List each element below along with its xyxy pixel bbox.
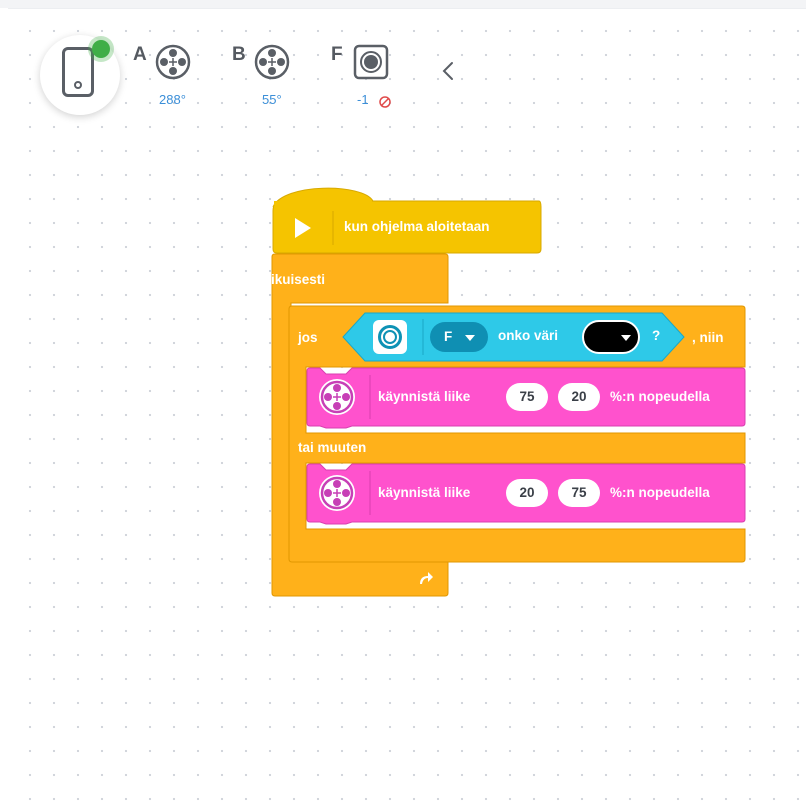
color-sensor-icon (373, 320, 407, 354)
color-sensor-icon (353, 44, 389, 80)
port-a-value: 288° (159, 92, 186, 107)
port-f-status[interactable]: F -1 (331, 40, 411, 110)
motor-block-2-suffix: %:n nopeudella (610, 485, 710, 500)
motor-icon (254, 44, 290, 80)
dropdown-arrow-icon (465, 335, 475, 341)
port-b-status[interactable]: B 55° (232, 40, 312, 110)
speed-left-input[interactable]: 75 (506, 383, 548, 411)
color-sensor-condition[interactable]: F onko väri ? (341, 311, 686, 363)
hub-connected-indicator (92, 40, 110, 58)
start-movement-block-2[interactable]: käynnistä liike 20 75 %:n nopeudella (306, 463, 746, 525)
condition-label: onko väri (498, 328, 559, 343)
movement-icon (319, 379, 355, 415)
motor-block-1-label: käynnistä liike (378, 389, 471, 404)
dropdown-arrow-icon (621, 335, 631, 341)
port-f-letter: F (331, 44, 343, 65)
port-dropdown[interactable]: F (430, 322, 488, 352)
port-f-value: -1 (357, 92, 391, 108)
speed-right-input[interactable]: 75 (558, 479, 600, 507)
color-dropdown[interactable] (582, 320, 640, 354)
then-label: , niin (692, 330, 724, 345)
movement-icon (319, 475, 355, 511)
loop-arrow-icon (420, 572, 433, 584)
motor-block-1-suffix: %:n nopeudella (610, 389, 710, 404)
port-a-status[interactable]: A 288° (133, 40, 213, 110)
speed-right-input[interactable]: 20 (558, 383, 600, 411)
port-dropdown-value: F (444, 329, 453, 344)
start-movement-block-1[interactable]: käynnistä liike 75 20 %:n nopeudella (306, 367, 746, 429)
when-program-starts-block[interactable]: kun ohjelma aloitetaan (271, 183, 543, 255)
hub-connection-button[interactable] (40, 35, 120, 115)
if-label: jos (298, 330, 318, 345)
question-mark: ? (652, 328, 661, 343)
else-label: tai muuten (298, 440, 367, 455)
forever-label: ikuisesti (271, 272, 326, 287)
no-color-icon (379, 96, 391, 108)
motor-icon (155, 44, 191, 80)
port-a-letter: A (133, 44, 147, 65)
motor-block-2-label: käynnistä liike (378, 485, 471, 500)
port-b-value: 55° (262, 92, 282, 107)
port-f-reading: -1 (357, 92, 369, 107)
collapse-chevron-icon[interactable] (438, 58, 458, 84)
hat-block-label: kun ohjelma aloitetaan (344, 219, 490, 234)
hub-icon (62, 47, 94, 97)
top-bar (0, 0, 806, 8)
port-b-letter: B (232, 44, 246, 65)
speed-left-input[interactable]: 20 (506, 479, 548, 507)
play-icon (295, 218, 311, 238)
